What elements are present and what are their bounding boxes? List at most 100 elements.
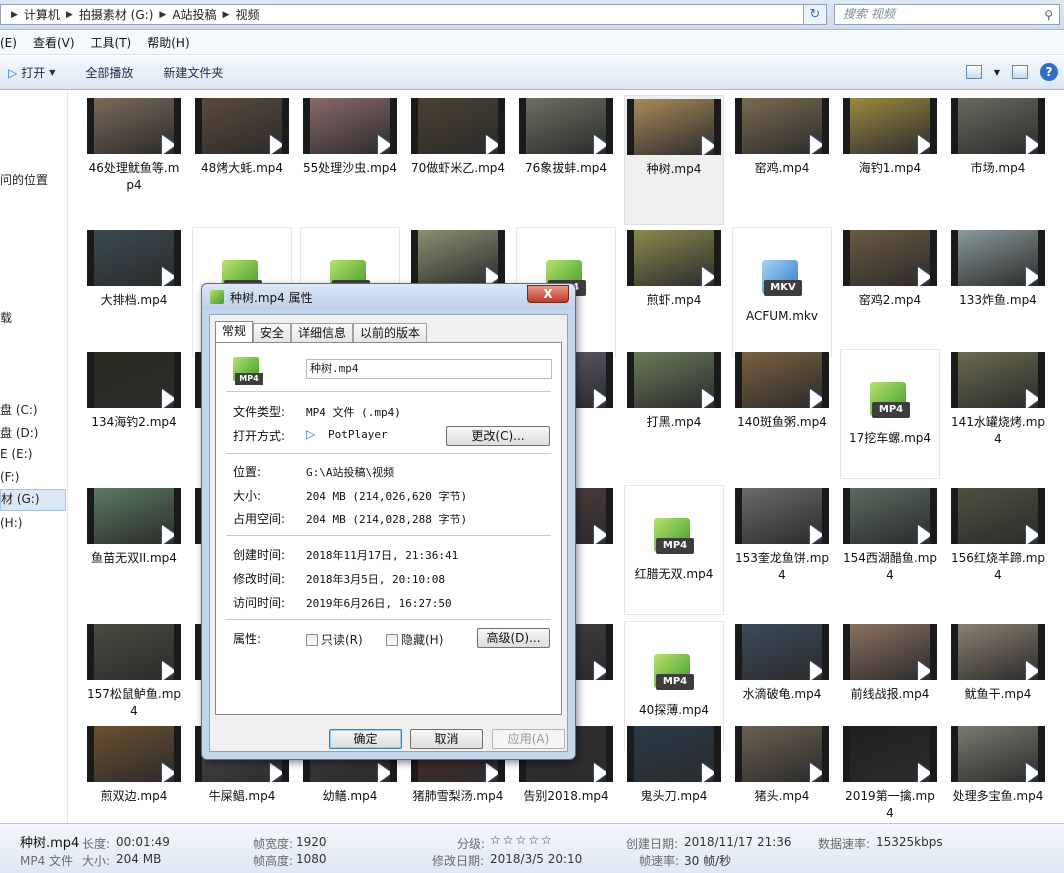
breadcrumb[interactable]: ▶ 计算机 ▶ 拍摄素材 (G:) ▶ A站投稿 ▶ 视频 ▼	[0, 4, 826, 25]
nav-item-drive-c[interactable]: 盘 (C:)	[0, 401, 38, 418]
file-tile[interactable]: 133炸鱼.mp4	[948, 227, 1048, 357]
file-tile[interactable]: MP4 红腊无双.mp4	[624, 485, 724, 615]
hidden-checkbox[interactable]: 隐藏(H)	[386, 631, 443, 648]
file-tile[interactable]: 55处理沙虫.mp4	[300, 95, 400, 225]
breadcrumb-current[interactable]: 视频	[235, 6, 259, 23]
play-icon	[702, 136, 714, 155]
file-tile[interactable]: 种树.mp4	[624, 95, 724, 225]
view-options-icon[interactable]	[965, 65, 982, 79]
menu-help[interactable]: 帮助(H)	[139, 34, 197, 51]
readonly-checkbox[interactable]: 只读(R)	[306, 631, 363, 648]
nav-item-drive-h[interactable]: (H:)	[0, 516, 22, 530]
video-thumbnail	[843, 488, 937, 544]
play-all-button[interactable]: 全部播放	[77, 64, 141, 81]
file-tile[interactable]: 141水罐烧烤.mp4	[948, 349, 1048, 479]
play-icon	[918, 525, 930, 544]
file-name: 40探薄.mp4	[638, 703, 710, 717]
menu-tools[interactable]: 工具(T)	[83, 34, 140, 51]
play-icon	[918, 763, 930, 782]
nav-item-drive-g-selected[interactable]: 材 (G:)	[0, 489, 66, 511]
file-tile[interactable]: 70做虾米乙.mp4	[408, 95, 508, 225]
file-name: 煎虾.mp4	[646, 293, 702, 307]
checkbox-box	[306, 633, 318, 646]
file-tile[interactable]: 大排档.mp4	[84, 227, 184, 357]
open-button[interactable]: ▷ 打开 ▼	[0, 64, 63, 81]
file-tile[interactable]: 窑鸡2.mp4	[840, 227, 940, 357]
file-tile[interactable]: 48烤大蚝.mp4	[192, 95, 292, 225]
nav-item[interactable]: 问的位置	[0, 171, 48, 188]
tab-previous-versions[interactable]: 以前的版本	[353, 323, 428, 343]
breadcrumb-arrow-icon[interactable]: ▶	[11, 10, 18, 20]
file-tile[interactable]: 煎虾.mp4	[624, 227, 724, 357]
search-input[interactable]: 搜索 视频 ⚲	[834, 4, 1060, 25]
close-button[interactable]: X	[527, 285, 569, 303]
status-filetype: MP4 文件	[20, 854, 74, 868]
change-button[interactable]: 更改(C)...	[446, 426, 550, 446]
file-tile[interactable]: 76象拔蚌.mp4	[516, 95, 616, 225]
play-icon	[270, 135, 282, 154]
file-tile[interactable]: 处理多宝鱼.mp4	[948, 723, 1048, 823]
nav-item-drive-f[interactable]: (F:)	[0, 470, 19, 484]
file-tile[interactable]: 鬼头刀.mp4	[624, 723, 724, 823]
video-thumbnail	[627, 726, 721, 782]
checkbox-box	[386, 633, 398, 646]
play-icon	[486, 763, 498, 782]
file-name: 55处理沙虫.mp4	[302, 161, 398, 175]
menu-edit[interactable]: (E)	[0, 36, 25, 50]
play-icon	[270, 763, 282, 782]
search-placeholder: 搜索 视频	[843, 7, 895, 21]
file-tile[interactable]: 煎双边.mp4	[84, 723, 184, 823]
file-tile[interactable]: 窑鸡.mp4	[732, 95, 832, 225]
file-tile[interactable]: 猪头.mp4	[732, 723, 832, 823]
breadcrumb-arrow-icon[interactable]: ▶	[66, 10, 73, 20]
file-name: 猪头.mp4	[754, 789, 810, 803]
file-type-tag: MKV	[764, 280, 802, 296]
file-tile[interactable]: 156红烧羊蹄.mp4	[948, 485, 1048, 615]
frame-width-value: 1920	[296, 835, 327, 849]
search-icon[interactable]: ⚲	[1044, 6, 1053, 25]
tab-security[interactable]: 安全	[253, 323, 292, 343]
nav-item-drive-e[interactable]: E (E:)	[0, 447, 32, 461]
help-icon[interactable]: ?	[1040, 63, 1058, 81]
breadcrumb-computer[interactable]: 计算机	[24, 6, 60, 23]
apply-button[interactable]: 应用(A)	[492, 729, 565, 749]
file-tile[interactable]: 打黑.mp4	[624, 349, 724, 479]
nav-item[interactable]: 载	[0, 309, 12, 326]
tab-details[interactable]: 详细信息	[291, 323, 354, 343]
breadcrumb-arrow-icon[interactable]: ▶	[223, 10, 230, 20]
file-tile[interactable]: 154西湖醋鱼.mp4	[840, 485, 940, 615]
menu-view[interactable]: 查看(V)	[25, 34, 83, 51]
file-name: 处理多宝鱼.mp4	[952, 789, 1044, 803]
dialog-titlebar[interactable]: 种树.mp4 属性 X	[202, 284, 575, 310]
tab-general[interactable]: 常规	[215, 321, 254, 343]
chevron-down-icon[interactable]: ▼	[994, 68, 1000, 77]
created-date-value: 2018/11/17 21:36	[684, 835, 792, 849]
file-tile[interactable]: 153奎龙鱼饼.mp4	[732, 485, 832, 615]
file-tile[interactable]: 46处理鱿鱼等.mp4	[84, 95, 184, 225]
breadcrumb-drive[interactable]: 拍摄素材 (G:)	[79, 6, 154, 23]
file-tile[interactable]: 2019第一擒.mp4	[840, 723, 940, 823]
ok-button[interactable]: 确定	[329, 729, 402, 749]
preview-pane-icon[interactable]	[1012, 65, 1028, 79]
filename-field[interactable]: 种树.mp4	[306, 359, 552, 379]
file-tile[interactable]: MP4 17挖车螺.mp4	[840, 349, 940, 479]
play-icon	[594, 763, 606, 782]
new-folder-button[interactable]: 新建文件夹	[155, 64, 231, 81]
file-tile[interactable]: MKV ACFUM.mkv	[732, 227, 832, 357]
file-tile[interactable]: 海钓1.mp4	[840, 95, 940, 225]
file-tile[interactable]: 140斑鱼粥.mp4	[732, 349, 832, 479]
file-tile[interactable]: 鱼苗无双II.mp4	[84, 485, 184, 615]
created-value: 2018年11月17日, 21:36:41	[306, 549, 459, 562]
file-tile[interactable]: 市场.mp4	[948, 95, 1048, 225]
refresh-button[interactable]: ↻	[803, 4, 827, 25]
rating-stars[interactable]: ☆☆☆☆☆	[490, 833, 554, 847]
video-thumbnail	[411, 98, 505, 154]
cancel-button[interactable]: 取消	[410, 729, 483, 749]
file-tile[interactable]: 134海钓2.mp4	[84, 349, 184, 479]
file-name: 窑鸡.mp4	[754, 161, 810, 175]
breadcrumb-folder[interactable]: A站投稿	[172, 6, 216, 23]
nav-item-drive-d[interactable]: 盘 (D:)	[0, 424, 38, 441]
breadcrumb-arrow-icon[interactable]: ▶	[159, 10, 166, 20]
advanced-button[interactable]: 高级(D)...	[477, 628, 550, 648]
play-icon: ▷	[8, 65, 18, 80]
